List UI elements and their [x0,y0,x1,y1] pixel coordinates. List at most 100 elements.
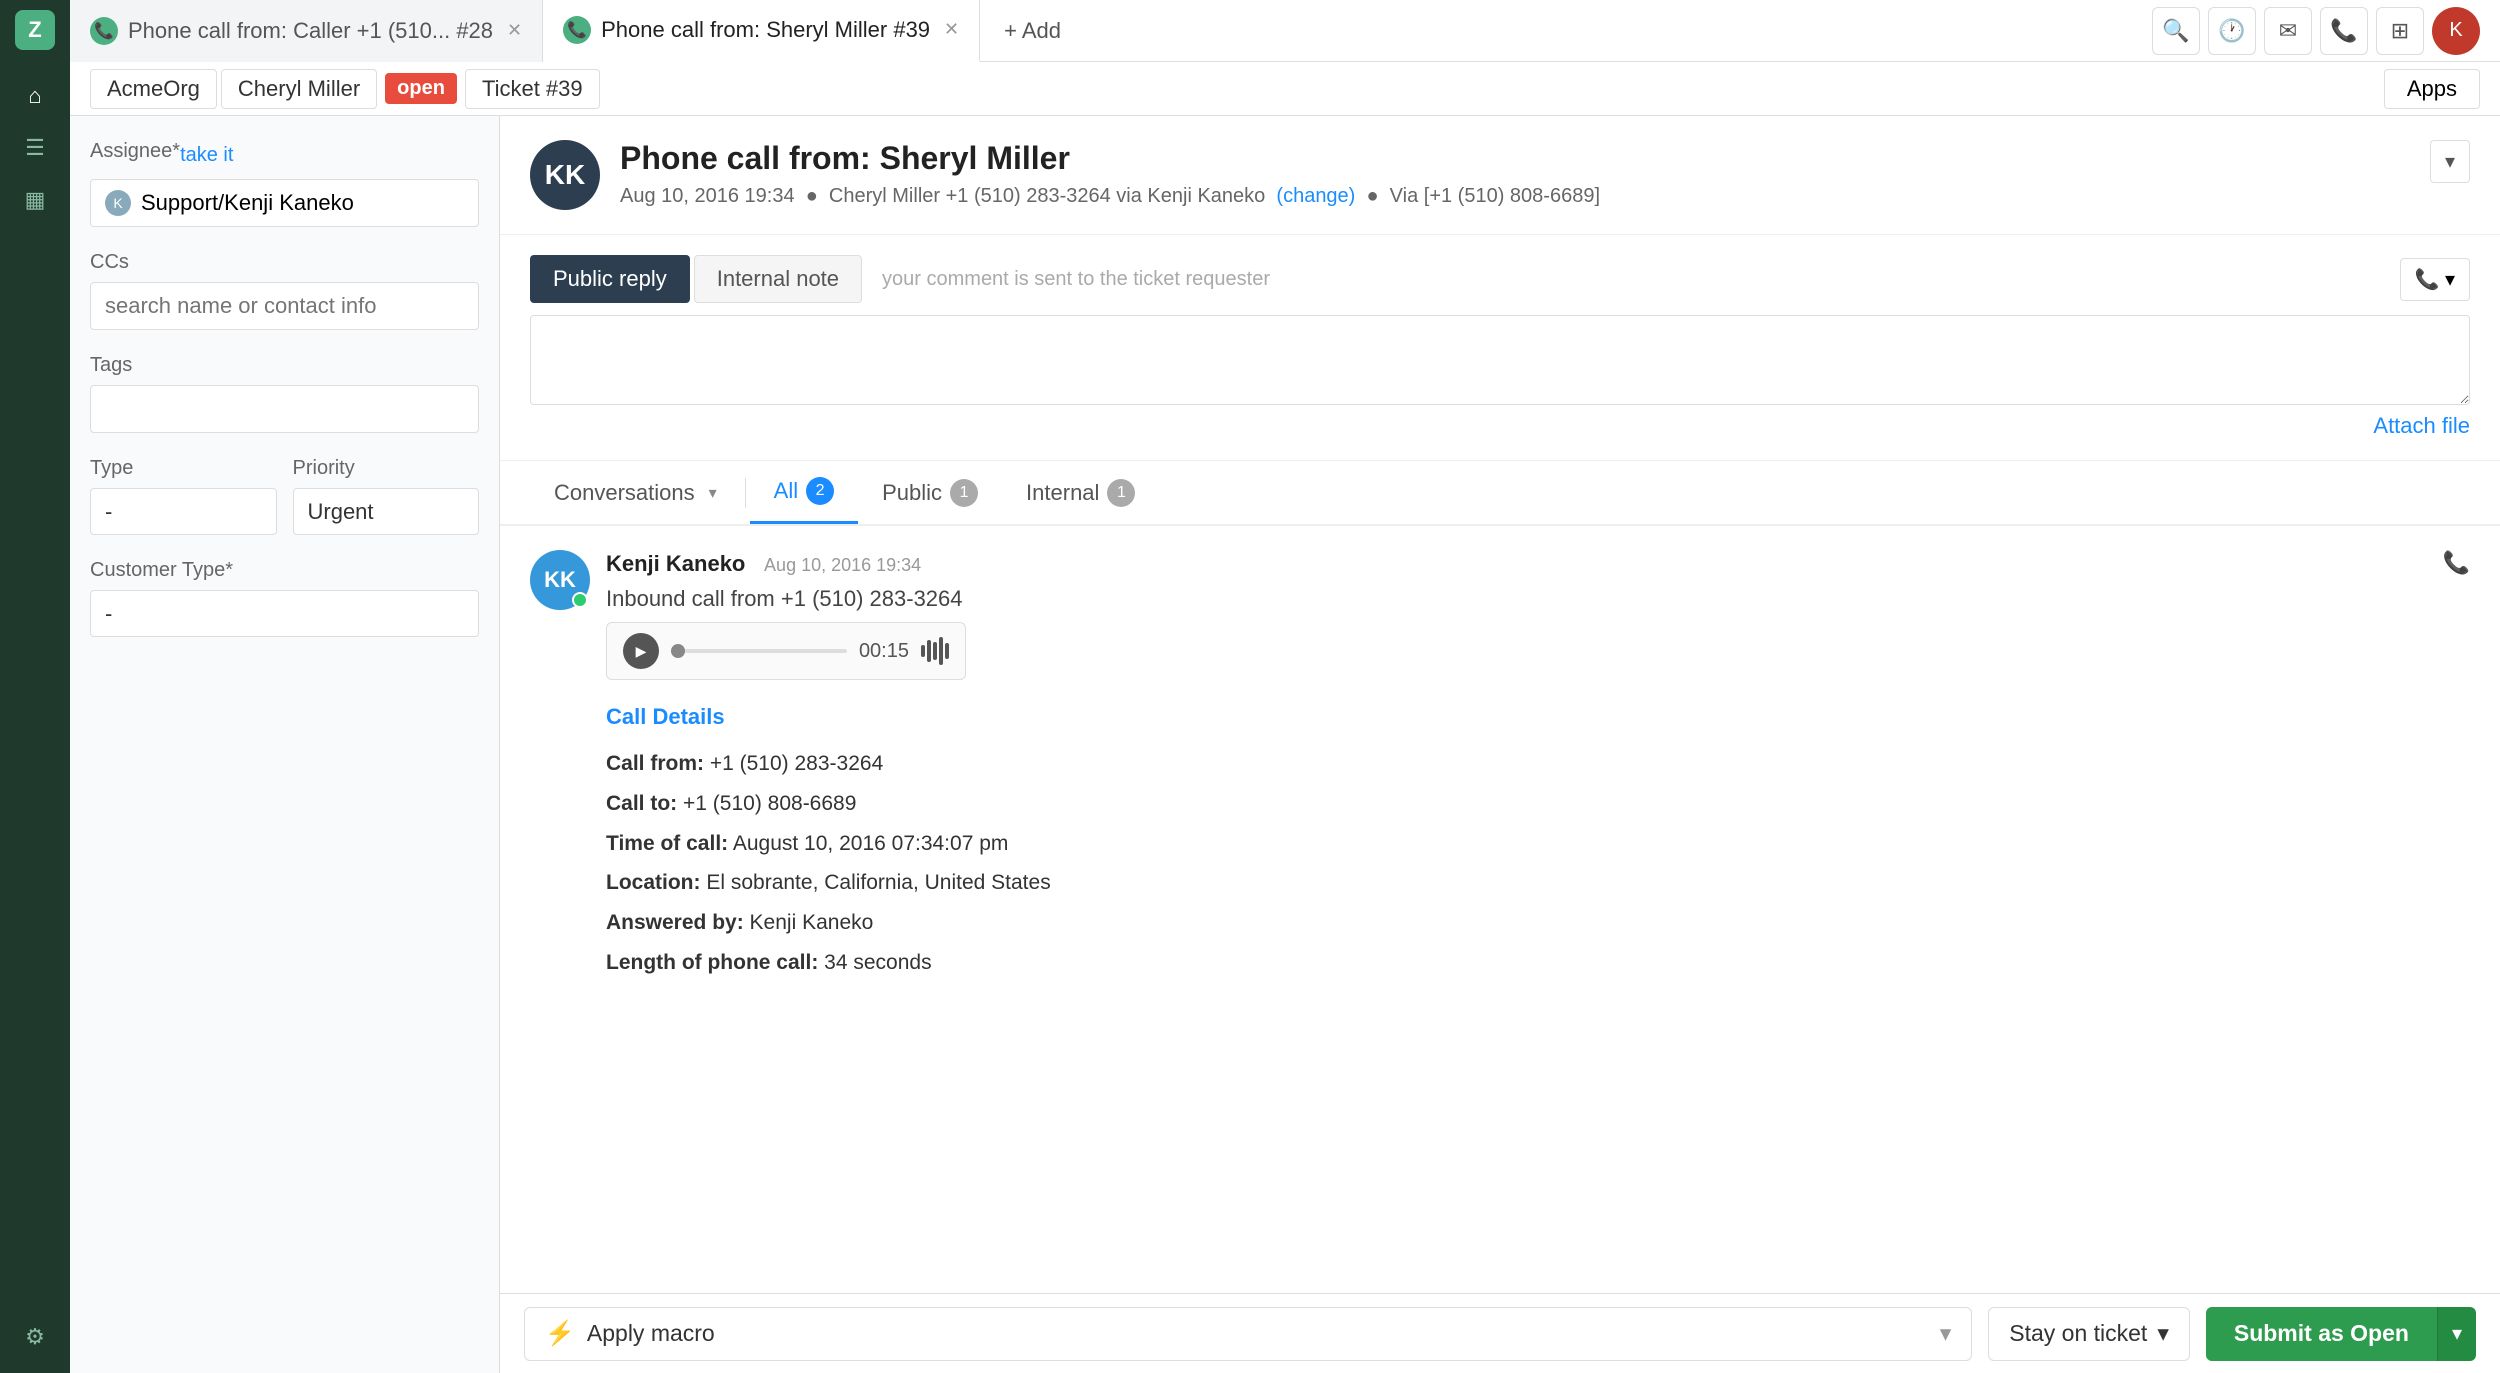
tab-close-28[interactable]: ✕ [507,20,522,41]
time-of-call-row: Time of call: August 10, 2016 07:34:07 p… [606,824,2427,864]
grid-button[interactable]: ⊞ [2376,7,2424,55]
location-row: Location: El sobrante, California, Unite… [606,863,2427,903]
topbar-right: 🔍 🕐 ✉ 📞 ⊞ K [2152,7,2500,55]
lightning-icon: ⚡ [545,1319,575,1348]
tab-all-badge: 2 [806,477,834,505]
priority-label: Priority [293,457,480,480]
tab-conversations-label: Conversations [554,480,695,506]
tab-39[interactable]: 📞 Phone call from: Sheryl Miller #39 ✕ [543,0,980,62]
add-tab-button[interactable]: + Add [980,0,1085,62]
wave-bar-4 [939,637,943,665]
ticket-title: Phone call from: Sheryl Miller [620,140,1600,177]
breadcrumb-ticket[interactable]: Ticket #39 [465,69,600,109]
tags-input[interactable] [90,385,479,433]
tags-field-group: Tags [90,354,479,433]
ticket-date: Aug 10, 2016 19:34 [620,185,795,207]
stay-chevron-icon: ▾ [2157,1320,2169,1347]
apply-macro-button[interactable]: ⚡ Apply macro ▾ [524,1307,1972,1361]
call-details: Call Details Call from: +1 (510) 283-326… [606,696,2427,983]
play-button[interactable]: ▶ [623,633,659,669]
audio-scrubber[interactable] [671,644,685,658]
type-select[interactable]: - [90,488,277,535]
ccs-input[interactable] [90,282,479,330]
call-details-title[interactable]: Call Details [606,696,2427,738]
left-panel: Assignee* take it K Support/Kenji Kaneko… [70,116,500,1373]
phone-button[interactable]: 📞 [2320,7,2368,55]
search-button[interactable]: 🔍 [2152,7,2200,55]
sidebar-logo[interactable]: Z [15,10,55,50]
tab-internal[interactable]: Internal 1 [1002,463,1159,523]
ticket-change-link[interactable]: (change) [1276,185,1355,207]
assignee-icon: K [105,190,131,216]
ticket-dropdown-button[interactable]: ▾ [2430,140,2470,183]
take-it-link[interactable]: take it [180,144,233,167]
assignee-input[interactable]: K Support/Kenji Kaneko [90,179,479,227]
settings-icon[interactable]: ⚙ [15,1317,55,1357]
length-label: Length of phone call: [606,951,818,974]
breadcrumb-org[interactable]: AcmeOrg [90,69,217,109]
reply-area: Public reply Internal note your comment … [500,235,2500,461]
stay-on-ticket-button[interactable]: Stay on ticket ▾ [1988,1307,2190,1361]
tab-internal-badge: 1 [1107,479,1135,507]
breadcrumb-contact[interactable]: Cheryl Miller [221,69,377,109]
assignee-field-group: Assignee* take it K Support/Kenji Kaneko [90,140,479,227]
reports-icon[interactable]: ▦ [15,180,55,220]
length-value: 34 seconds [824,951,931,974]
add-tab-label: + Add [1004,18,1061,44]
tab-public-label: Public [882,480,942,506]
tags-label: Tags [90,354,479,377]
clock-button[interactable]: 🕐 [2208,7,2256,55]
customer-type-select[interactable]: - [90,590,479,637]
chevron-down-icon: ▾ [709,483,717,503]
tab-phone-icon-39: 📞 [563,16,591,44]
tab-28[interactable]: 📞 Phone call from: Caller +1 (510... #28… [70,0,543,62]
ticket-info: Phone call from: Sheryl Miller Aug 10, 2… [620,140,1600,208]
tab-public[interactable]: Public 1 [858,463,1002,523]
wave-bar-5 [945,643,949,659]
customer-type-field-group: Customer Type* - [90,559,479,637]
attach-file-container: Attach file [530,412,2470,440]
submit-button[interactable]: Submit as Open [2206,1307,2437,1361]
breadcrumb: AcmeOrg Cheryl Miller open Ticket #39 Ap… [70,62,2500,116]
audio-player: ▶ 00:15 [606,622,966,680]
reply-textarea[interactable] [530,315,2470,405]
tab-all[interactable]: All 2 [750,461,858,524]
tickets-icon[interactable]: ☰ [15,128,55,168]
call-to-row: Call to: +1 (510) 808-6689 [606,784,2427,824]
user-avatar[interactable]: K [2432,7,2480,55]
ticket-header: KK Phone call from: Sheryl Miller Aug 10… [500,116,2500,235]
call-to-value: +1 (510) 808-6689 [683,792,856,815]
audio-progress-bar[interactable] [671,649,847,653]
priority-field-group: Priority Urgent [293,457,480,535]
status-badge: open [385,73,457,104]
reply-hint: your comment is sent to the ticket reque… [866,268,1286,291]
message-time: Aug 10, 2016 19:34 [764,555,921,575]
type-priority-row: Type - Priority Urgent [90,457,479,559]
conversation-content: KK Kenji Kaneko Aug 10, 2016 19:34 Inbou… [500,526,2500,1293]
tab-phone-icon-28: 📞 [90,17,118,45]
submit-group: Submit as Open ▾ [2206,1307,2476,1361]
audio-time: 00:15 [859,640,909,663]
tab-conversations[interactable]: Conversations ▾ [530,464,741,522]
message-item: KK Kenji Kaneko Aug 10, 2016 19:34 Inbou… [530,550,2470,983]
call-from-row: Call from: +1 (510) 283-3264 [606,744,2427,784]
priority-select[interactable]: Urgent [293,488,480,535]
tab-label-28: Phone call from: Caller +1 (510... #28 [128,18,493,44]
tab-close-39[interactable]: ✕ [944,19,959,40]
apps-button[interactable]: Apps [2384,69,2480,109]
main-layout: Assignee* take it K Support/Kenji Kaneko… [70,116,2500,1373]
wave-bar-3 [933,642,937,660]
message-body: Kenji Kaneko Aug 10, 2016 19:34 Inbound … [606,550,2427,983]
call-to-label: Call to: [606,792,677,815]
chat-button[interactable]: ✉ [2264,7,2312,55]
time-of-call-label: Time of call: [606,832,728,855]
home-icon[interactable]: ⌂ [15,76,55,116]
assignee-value: Support/Kenji Kaneko [141,190,354,216]
internal-note-tab[interactable]: Internal note [694,255,862,303]
ticket-via: Via [+1 (510) 808-6689] [1390,185,1600,207]
reply-phone-button[interactable]: 📞 ▾ [2400,258,2471,301]
attach-file-link[interactable]: Attach file [2373,413,2470,438]
submit-dropdown-button[interactable]: ▾ [2437,1307,2476,1361]
public-reply-tab[interactable]: Public reply [530,255,690,303]
ticket-meta: Aug 10, 2016 19:34 ● Cheryl Miller +1 (5… [620,185,1600,208]
